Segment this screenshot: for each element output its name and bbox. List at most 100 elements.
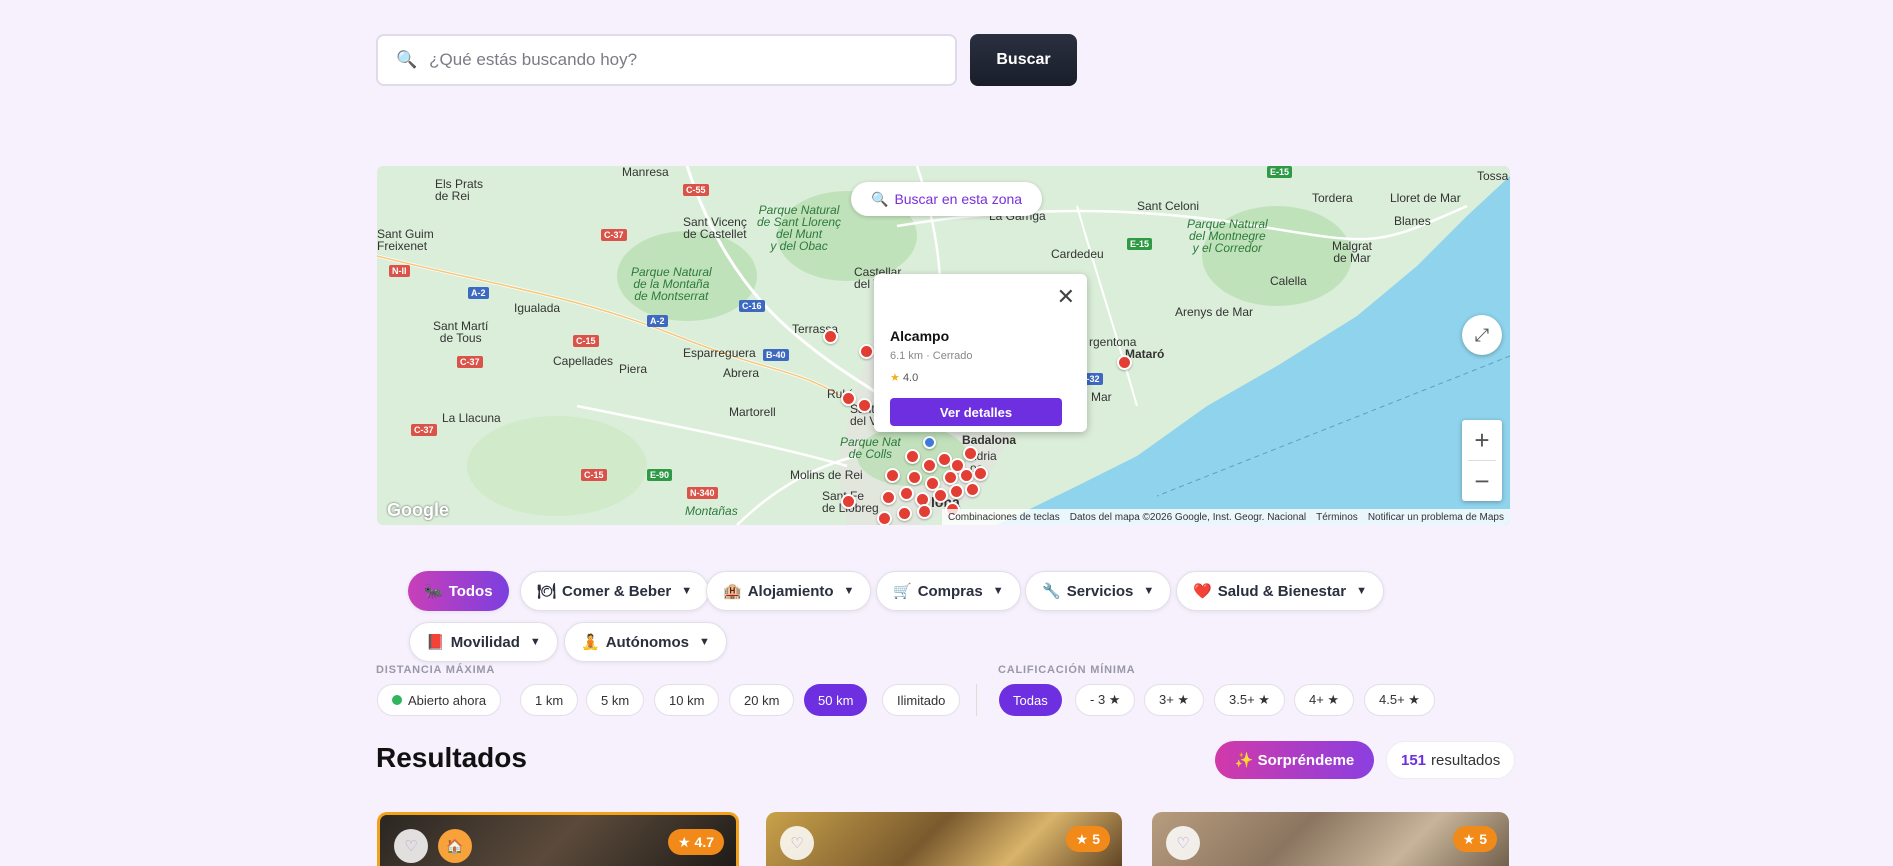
category-chip-mobility[interactable]: 📕 Movilidad ▼ xyxy=(409,622,558,662)
map-pin[interactable] xyxy=(943,470,958,485)
road-badge: C-16 xyxy=(739,300,765,312)
results-count-label: resultados xyxy=(1431,751,1501,769)
rating-option-4plus[interactable]: 4+ ★ xyxy=(1294,684,1355,716)
chevron-down-icon: ▼ xyxy=(1143,585,1155,597)
surprise-me-button[interactable]: ✨ Sorpréndeme xyxy=(1215,741,1374,779)
map-pin[interactable] xyxy=(1117,355,1132,370)
category-icon: 🐜 xyxy=(424,583,443,600)
road-badge: A-2 xyxy=(468,287,489,299)
map-pin[interactable] xyxy=(907,470,922,485)
distance-option-unlimited[interactable]: Ilimitado xyxy=(882,684,961,716)
category-label: Compras xyxy=(917,582,983,600)
map-label: Montañas xyxy=(685,504,738,518)
category-chip-services[interactable]: 🔧 Servicios ▼ xyxy=(1025,571,1172,611)
open-now-toggle[interactable]: Abierto ahora xyxy=(377,684,502,716)
category-icon: 📕 xyxy=(426,634,445,651)
category-chip-lodging[interactable]: 🏨 Alojamiento ▼ xyxy=(706,571,872,611)
map-pin[interactable] xyxy=(965,482,980,497)
rating-option-3-5plus[interactable]: 3.5+ ★ xyxy=(1214,684,1285,716)
road-badge: A-2 xyxy=(647,315,668,327)
road-badge: C-15 xyxy=(581,469,607,481)
zoom-out-button[interactable]: − xyxy=(1462,461,1502,501)
map-pin[interactable] xyxy=(905,449,920,464)
featured-badge-icon: 🏠 xyxy=(438,829,472,863)
distance-option-10km[interactable]: 10 km xyxy=(654,684,720,716)
terms-link[interactable]: Términos xyxy=(1316,512,1358,523)
map-pin[interactable] xyxy=(917,504,932,519)
star-icon: ★ xyxy=(677,833,691,850)
category-chip-shopping[interactable]: 🛒 Compras ▼ xyxy=(876,571,1021,611)
map-label: Cardedeu xyxy=(1051,247,1104,261)
favorite-icon[interactable]: ♡ xyxy=(1166,826,1200,860)
place-name: Alcampo xyxy=(890,328,950,344)
place-meta: 6.1 km · Cerrado xyxy=(890,350,973,362)
rating-option-under-3[interactable]: - 3 ★ xyxy=(1075,684,1136,716)
map-pin[interactable] xyxy=(823,329,838,344)
map-label: Lloret de Mar xyxy=(1390,191,1461,205)
rating-value: 4.7 xyxy=(694,834,714,850)
map-label: Manresa xyxy=(622,166,669,179)
result-card[interactable]: ♡ 🏠 ★ 4.7 xyxy=(377,812,739,866)
map-label: Sant Martí de Tous xyxy=(433,319,489,345)
map-pin[interactable] xyxy=(841,494,856,509)
rating-option-all[interactable]: Todas xyxy=(999,684,1062,716)
map-pin[interactable] xyxy=(885,468,900,483)
distance-option-20km[interactable]: 20 km xyxy=(729,684,795,716)
map-label: Martorell xyxy=(729,405,776,419)
category-chip-freelancers[interactable]: 🧘 Autónomos ▼ xyxy=(564,622,727,662)
map-pin[interactable] xyxy=(877,511,892,525)
category-chip-food[interactable]: 🍽 Comer & Beber ▼ xyxy=(520,571,710,611)
chevron-down-icon: ▼ xyxy=(992,585,1004,597)
map-label: La Llacuna xyxy=(442,411,501,425)
keyboard-shortcuts-link[interactable]: Combinaciones de teclas xyxy=(948,512,1060,523)
map-pin[interactable] xyxy=(899,486,914,501)
distance-filter-label: DISTANCIA MÁXIMA xyxy=(376,664,496,676)
place-rating-value: 4.0 xyxy=(902,372,919,384)
map-pin[interactable] xyxy=(859,344,874,359)
map-label: Calella xyxy=(1270,274,1307,288)
search-zone-button[interactable]: 🔍 Buscar en esta zona xyxy=(851,182,1043,216)
results-count: 151 resultados xyxy=(1386,741,1516,779)
map-pin[interactable] xyxy=(897,506,912,521)
map-label: Parque Natural del Montnegre y el Corred… xyxy=(1187,217,1268,255)
map-pin[interactable] xyxy=(933,488,948,503)
close-icon[interactable]: ✕ xyxy=(1057,284,1075,310)
rating-badge: ★ 4.7 xyxy=(667,829,724,855)
search-box[interactable]: 🔍 xyxy=(376,34,957,86)
map-pin[interactable] xyxy=(857,398,872,413)
map-pin[interactable] xyxy=(949,484,964,499)
map-label: Parque Natural de la Montaña de Montserr… xyxy=(631,265,712,303)
map-pin[interactable] xyxy=(973,466,988,481)
category-chip-health[interactable]: ❤️ Salud & Bienestar ▼ xyxy=(1176,571,1384,611)
result-card[interactable]: ♡ ★ 5 xyxy=(766,812,1122,866)
search-button[interactable]: Buscar xyxy=(970,34,1077,86)
map-pin[interactable] xyxy=(881,490,896,505)
distance-option-5km[interactable]: 5 km xyxy=(586,684,645,716)
distance-option-1km[interactable]: 1 km xyxy=(520,684,579,716)
category-label: Alojamiento xyxy=(747,582,834,600)
report-problem-link[interactable]: Notificar un problema de Maps xyxy=(1368,512,1504,523)
chevron-down-icon: ▼ xyxy=(681,585,693,597)
map-pin[interactable] xyxy=(959,468,974,483)
zoom-in-button[interactable]: + xyxy=(1462,420,1502,460)
chevron-down-icon: ▼ xyxy=(1356,585,1367,597)
category-chip-all[interactable]: 🐜 Todos xyxy=(408,571,509,611)
rating-option-3plus[interactable]: 3+ ★ xyxy=(1144,684,1205,716)
map-pin[interactable] xyxy=(963,446,978,461)
favorite-icon[interactable]: ♡ xyxy=(394,829,428,863)
map-label: Parque Nat de Colls xyxy=(840,435,901,461)
fullscreen-button[interactable]: ⤢ xyxy=(1462,315,1502,355)
map-attribution: Combinaciones de teclas Datos del mapa ©… xyxy=(941,509,1510,525)
results-title: Resultados xyxy=(376,742,527,773)
distance-option-50km[interactable]: 50 km xyxy=(804,684,868,716)
map-pin[interactable] xyxy=(841,391,856,406)
search-input[interactable] xyxy=(429,50,910,70)
rating-option-4-5plus[interactable]: 4.5+ ★ xyxy=(1364,684,1435,716)
favorite-icon[interactable]: ♡ xyxy=(780,826,814,860)
map[interactable]: Manresa Els Prats de Rei Sant Guim Freix… xyxy=(377,166,1510,525)
map-pin[interactable] xyxy=(922,458,937,473)
result-card[interactable]: ♡ ★ 5 xyxy=(1152,812,1509,866)
map-data-credit: Datos del mapa ©2026 Google, Inst. Geogr… xyxy=(1069,511,1307,523)
chevron-down-icon: ▼ xyxy=(699,636,710,648)
view-details-button[interactable]: Ver detalles xyxy=(890,398,1062,426)
